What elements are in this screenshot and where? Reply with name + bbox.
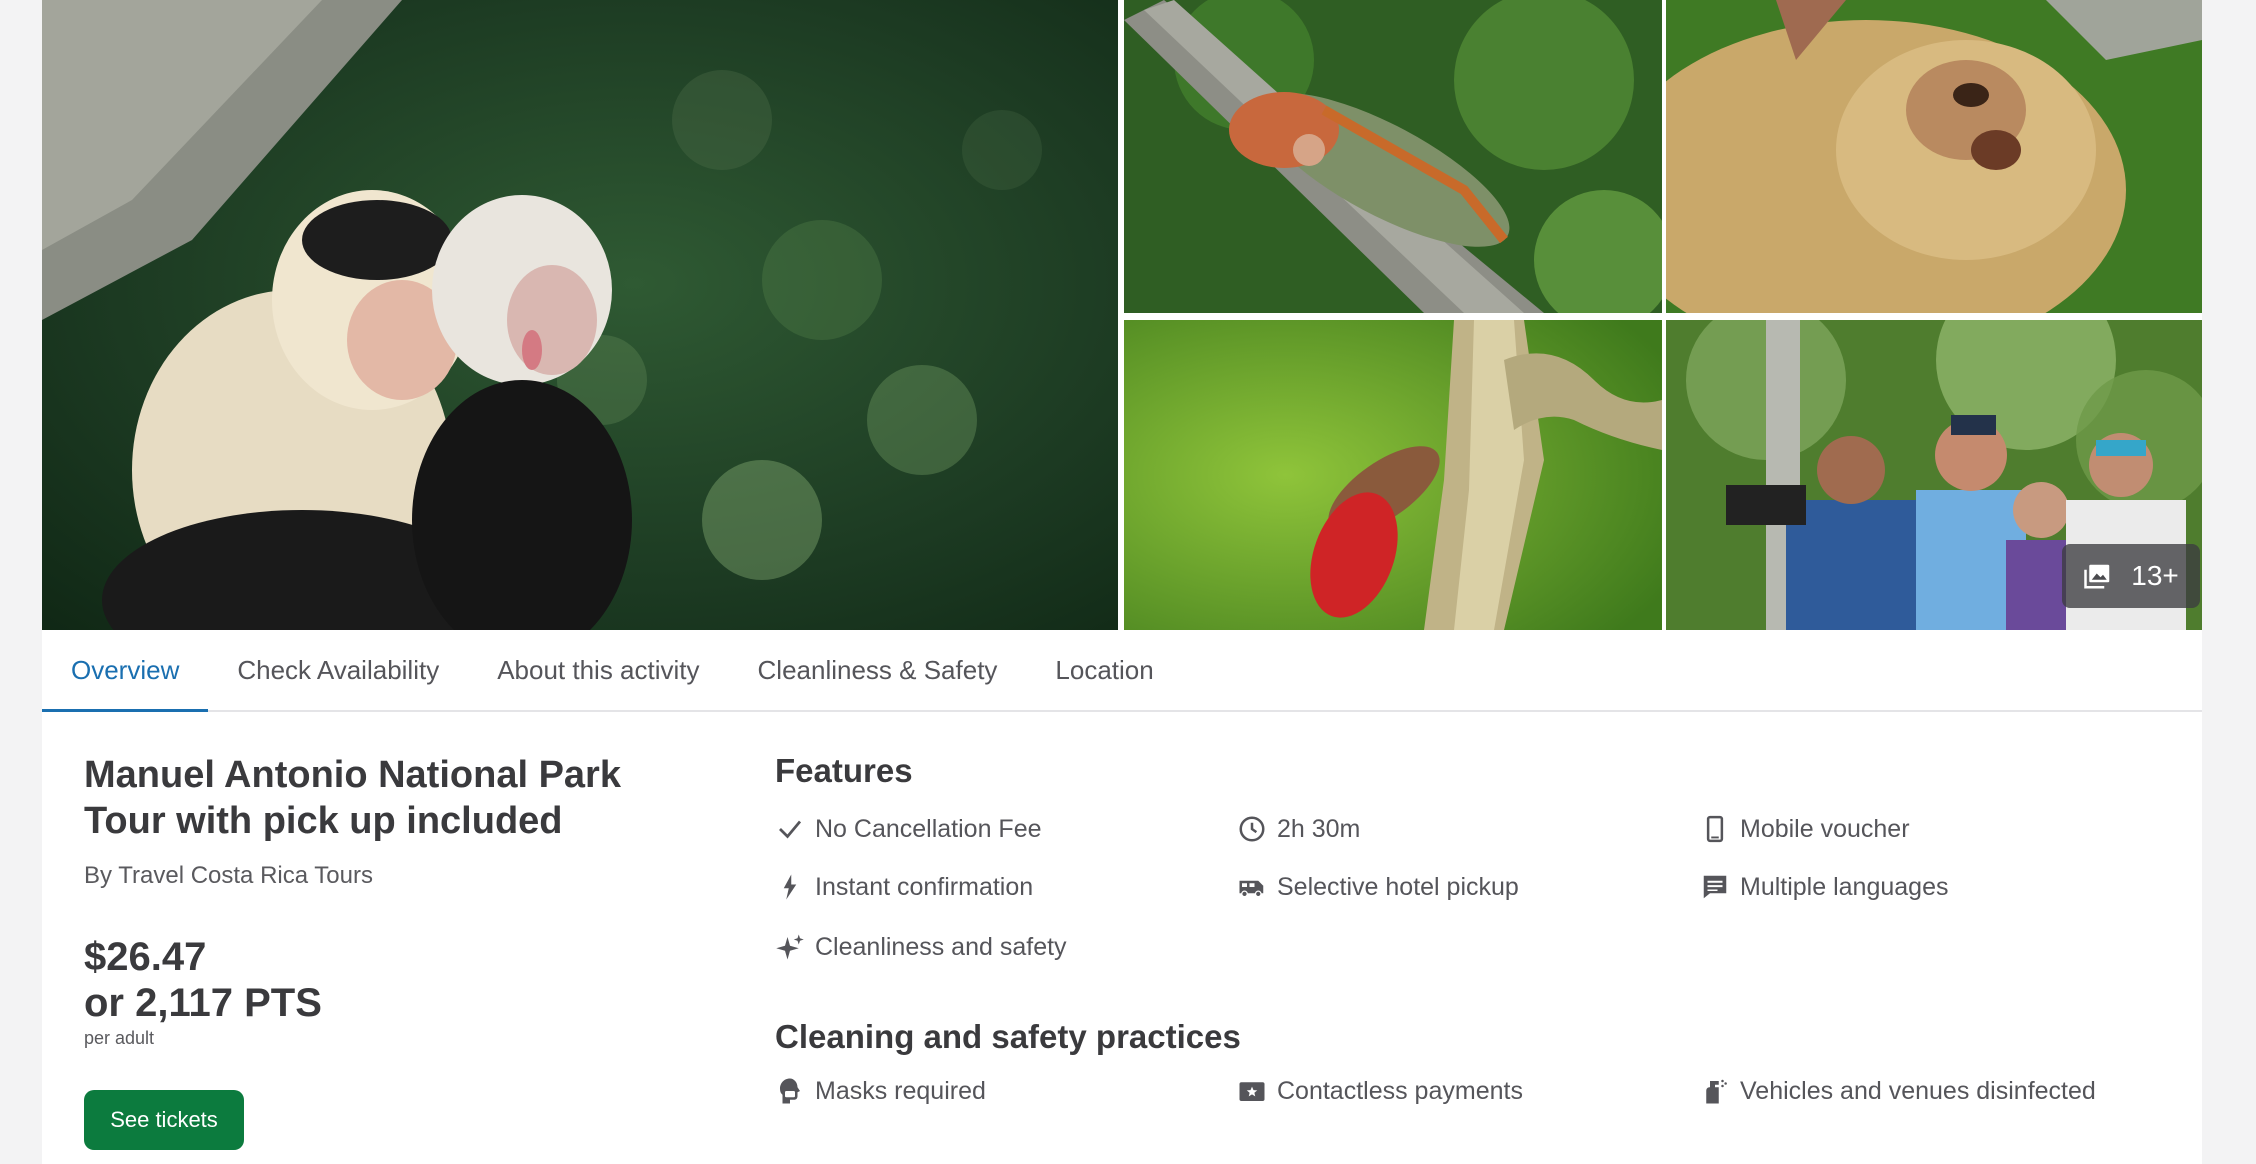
feature-duration: 2h 30m (1237, 814, 1360, 844)
gallery-photo-monkeys[interactable] (42, 0, 1118, 630)
more-photos-button[interactable]: 13+ (2062, 544, 2200, 608)
safety-label: Contactless payments (1277, 1076, 1523, 1105)
feature-no-cancellation-fee: No Cancellation Fee (775, 814, 1042, 844)
gallery-photo-lizard[interactable] (1124, 320, 1662, 630)
safety-label: Masks required (815, 1076, 986, 1105)
payment-card-icon (1239, 1082, 1265, 1101)
safety-label: Vehicles and venues disinfected (1740, 1076, 2096, 1105)
features-heading: Features (775, 752, 913, 789)
feature-label: Mobile voucher (1740, 814, 1910, 843)
safety-practices-heading: Cleaning and safety practices (775, 1018, 1241, 1055)
tab-about-this-activity[interactable]: About this activity (468, 630, 728, 710)
tab-label: Location (1055, 654, 1154, 685)
feature-label: Instant confirmation (815, 872, 1034, 901)
price: $26.47 (84, 935, 207, 979)
gallery-photo-sloth[interactable] (1666, 0, 2202, 313)
price-unit: per adult (84, 1028, 155, 1048)
feature-label: Selective hotel pickup (1277, 872, 1519, 901)
feature-label: No Cancellation Fee (815, 814, 1042, 843)
feature-label: Multiple languages (1740, 872, 1949, 901)
feature-hotel-pickup: Selective hotel pickup (1237, 872, 1519, 902)
photo-gallery: 13+ (42, 0, 2202, 630)
van-icon (1239, 880, 1264, 898)
activity-page: 13+ Overview Check Availability About th… (42, 0, 2202, 1164)
feature-label: Cleanliness and safety (815, 932, 1067, 961)
tab-label: Check Availability (237, 654, 440, 685)
feature-instant-confirmation: Instant confirmation (775, 872, 1033, 902)
tab-label: Overview (71, 654, 180, 685)
mask-icon (780, 1078, 800, 1104)
tab-check-availability[interactable]: Check Availability (208, 630, 468, 710)
safety-masks-required: Masks required (775, 1076, 986, 1106)
feature-cleanliness-safety: Cleanliness and safety (775, 932, 1067, 962)
safety-contactless-payments: Contactless payments (1237, 1076, 1523, 1106)
lightning-icon (783, 874, 797, 900)
clock-icon (1239, 816, 1265, 842)
tab-label: About this activity (497, 654, 700, 685)
operator-name: By Travel Costa Rica Tours (84, 862, 373, 889)
sparkle-icon (776, 934, 804, 960)
mobile-phone-icon (1706, 815, 1724, 843)
gallery-icon (2084, 564, 2110, 589)
section-tabs: Overview Check Availability About this a… (42, 630, 2202, 712)
tab-location[interactable]: Location (1026, 630, 1182, 710)
feature-multiple-languages: Multiple languages (1700, 872, 1948, 902)
feature-label: 2h 30m (1277, 814, 1361, 843)
activity-title: Manuel Antonio National Park Tour with p… (84, 754, 621, 842)
spray-bottle-icon (1706, 1079, 1727, 1104)
tab-cleanliness-safety[interactable]: Cleanliness & Safety (729, 630, 1027, 710)
safety-vehicles-disinfected: Vehicles and venues disinfected (1700, 1076, 2096, 1106)
feature-mobile-voucher: Mobile voucher (1700, 814, 1910, 844)
check-icon (779, 820, 802, 839)
chat-icon (1703, 875, 1727, 899)
more-photos-count: 13+ (2131, 560, 2179, 591)
tab-label: Cleanliness & Safety (757, 654, 998, 685)
tab-overview[interactable]: Overview (42, 630, 209, 712)
see-tickets-button[interactable]: See tickets (84, 1090, 244, 1150)
gallery-photo-iguana[interactable] (1124, 0, 1662, 313)
points-price: or 2,117 PTS (84, 981, 322, 1025)
